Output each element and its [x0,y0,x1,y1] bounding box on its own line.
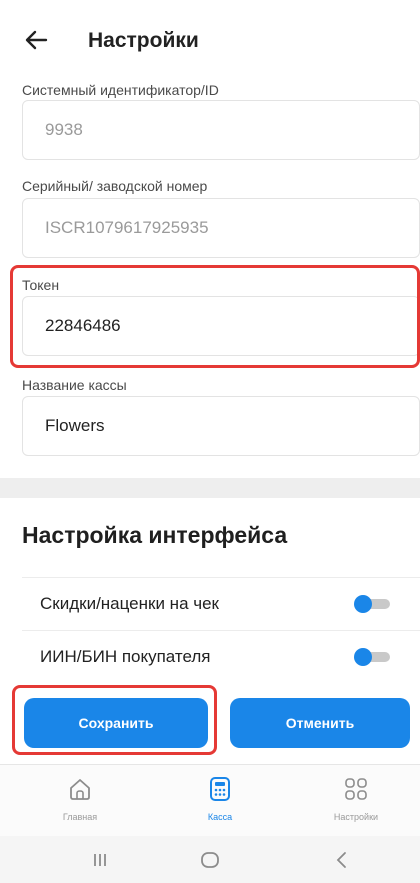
register-name-input[interactable]: Flowers [22,396,420,456]
system-id-field: 9938 [22,100,420,160]
toggle-thumb [354,648,372,666]
page-title: Настройки [88,29,199,52]
serial-number-field: ISCR1079617925935 [22,198,420,258]
register-name-value: Flowers [45,416,105,435]
app-header: Настройки [0,0,420,78]
setting-row-discounts: Скидки/наценки на чек [22,577,420,629]
nav-label-home: Главная [62,812,98,822]
recent-apps-icon[interactable] [88,848,112,872]
buyer-iin-toggle[interactable] [354,648,390,666]
nav-item-register[interactable]: Касса [170,775,270,833]
serial-number-value: ISCR1079617925935 [45,218,209,237]
system-navigation-bar [0,836,420,883]
home-circle-icon[interactable] [198,848,222,872]
arrow-left-icon [25,30,48,50]
serial-number-label: Серийный/ заводской номер [22,178,208,194]
discounts-setting-label: Скидки/наценки на чек [40,594,219,613]
setting-row-buyer-iin: ИИН/БИН покупателя [22,630,420,682]
grid-icon [345,778,367,800]
nav-item-settings[interactable]: Настройки [306,775,406,833]
register-name-label: Название кассы [22,377,127,393]
discounts-toggle[interactable] [354,595,390,613]
interface-section-title: Настройка интерфейса [22,522,288,548]
bottom-navigation: Главная Касса Настройки [0,764,420,836]
home-icon [70,779,90,800]
toggle-thumb [354,595,372,613]
token-highlight-frame [10,265,420,368]
cancel-button[interactable]: Отменить [230,698,410,748]
calculator-icon [210,777,230,801]
section-divider [0,478,420,498]
system-id-value: 9938 [45,120,83,139]
system-id-label: Системный идентификатор/ID [22,82,219,98]
buyer-iin-setting-label: ИИН/БИН покупателя [40,647,211,666]
save-highlight-frame [12,685,217,755]
back-button[interactable] [22,26,50,54]
back-chevron-icon[interactable] [330,848,354,872]
nav-label-register: Касса [207,812,233,822]
nav-item-home[interactable]: Главная [30,775,130,833]
nav-label-settings: Настройки [333,812,379,822]
